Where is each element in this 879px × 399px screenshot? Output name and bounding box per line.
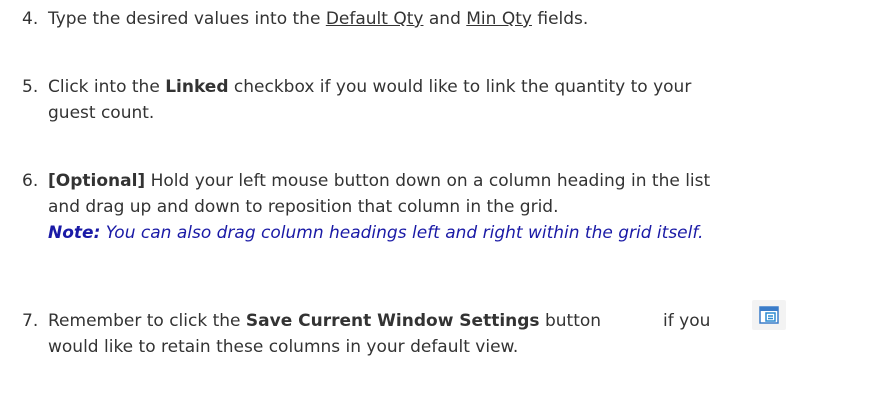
step-number: 6.: [22, 171, 39, 191]
step-number: 7.: [22, 311, 39, 331]
step-text: fields.: [531, 9, 589, 29]
step-text: Click into the: [48, 77, 166, 97]
step-text: button: [539, 311, 602, 331]
step-text-line2: and drag up and down to reposition that …: [48, 197, 559, 217]
step-text: checkbox if you would like to link the q…: [228, 77, 692, 97]
step-5: 5. Click into the Linked checkbox if you…: [22, 74, 872, 126]
step-text: Hold your left mouse button down on a co…: [145, 171, 711, 191]
step-text: Type the desired values into the: [48, 9, 326, 29]
step-text-line2: guest count.: [48, 103, 155, 123]
optional-label: [Optional]: [48, 171, 146, 191]
default-qty-link: Default Qty: [325, 9, 424, 29]
note: Note: You can also drag column headings …: [48, 220, 872, 246]
step-6: 6. [Optional] Hold your left mouse butto…: [22, 168, 872, 246]
step-7: 7. Remember to click the Save Current Wi…: [22, 308, 872, 360]
step-text: and: [423, 9, 467, 29]
step-number: 4.: [22, 9, 39, 29]
step-number: 5.: [22, 77, 39, 97]
save-window-settings-icon: [752, 300, 786, 330]
step-text-line2: would like to retain these columns in yo…: [48, 337, 519, 357]
step-text: Remember to click the: [48, 311, 246, 331]
min-qty-link: Min Qty: [466, 9, 532, 29]
note-text: You can also drag column headings left a…: [100, 223, 704, 243]
step-text: if you: [663, 311, 711, 331]
linked-label: Linked: [165, 77, 229, 97]
save-settings-label: Save Current Window Settings: [245, 311, 540, 331]
note-label: Note:: [48, 223, 101, 243]
step-4: 4. Type the desired values into the Defa…: [22, 6, 872, 32]
